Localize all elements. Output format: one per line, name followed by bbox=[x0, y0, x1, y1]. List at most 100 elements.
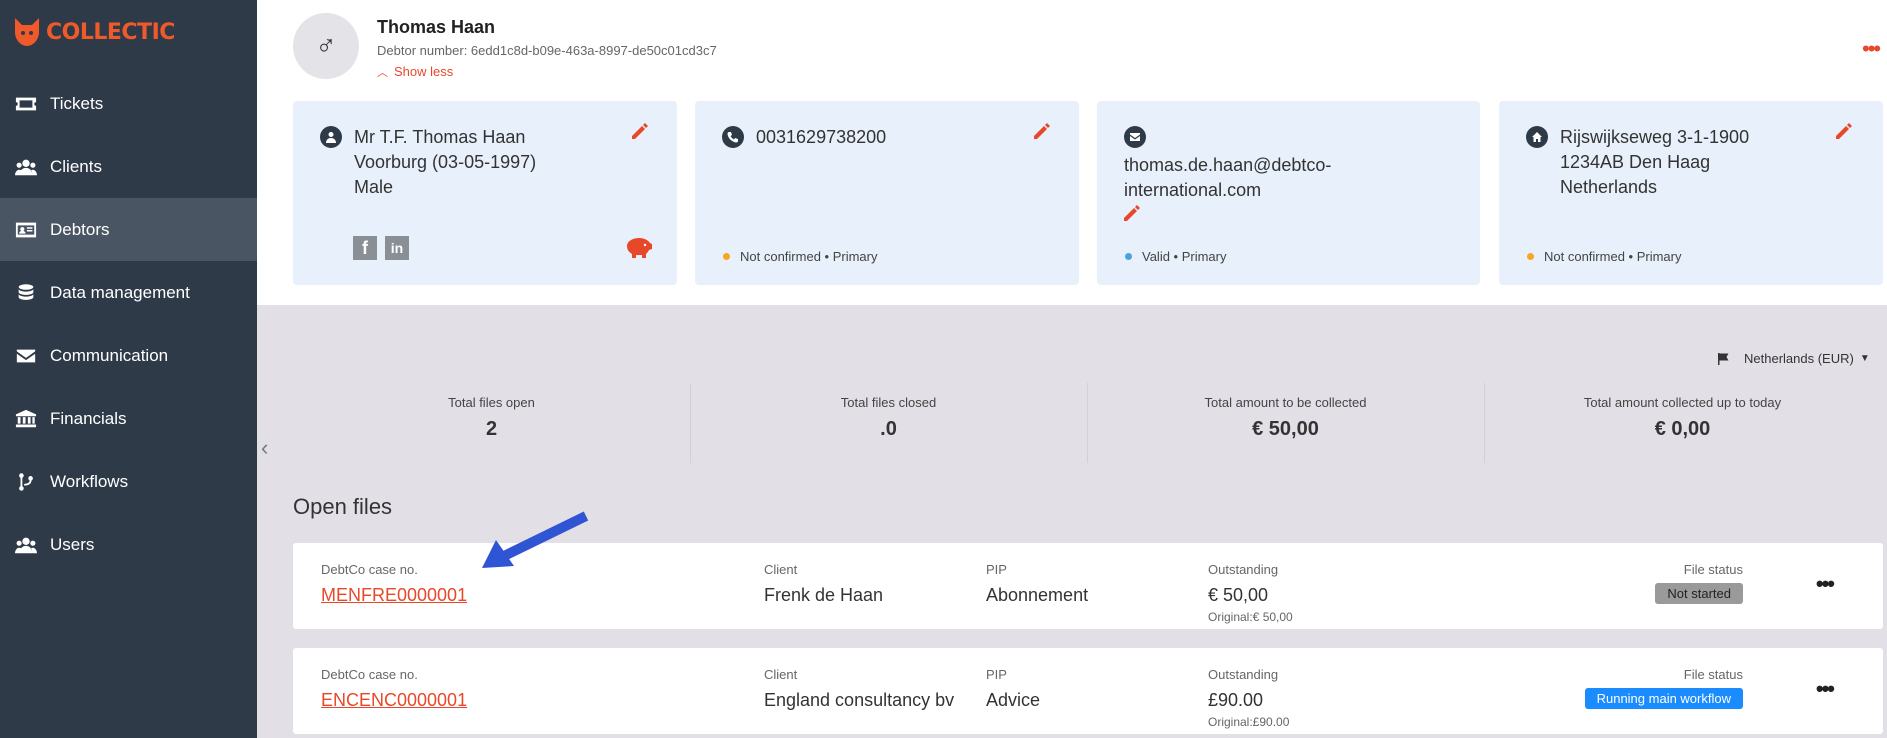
email-address: thomas.de.haan@debtco- international.com bbox=[1124, 153, 1331, 203]
status-badge: Running main workflow bbox=[1584, 688, 1743, 709]
person-name: Mr T.F. Thomas Haan bbox=[354, 127, 526, 147]
envelope-icon bbox=[1124, 126, 1146, 148]
summary-stats: Total files open 2 Total files closed .0… bbox=[293, 383, 1883, 463]
file-status-label: File status bbox=[1683, 562, 1743, 577]
email-line-2: international.com bbox=[1124, 180, 1262, 200]
annotation-arrow-icon bbox=[482, 511, 589, 568]
phone-number: 0031629738200 bbox=[756, 127, 887, 147]
sidebar-item-data-management[interactable]: Data management bbox=[0, 261, 257, 324]
outstanding-label: Outstanding bbox=[1208, 667, 1279, 682]
client-label: Client bbox=[764, 667, 798, 682]
pip-value: Advice bbox=[986, 690, 1041, 710]
status-badge: Not started bbox=[1655, 583, 1743, 604]
original-value: Original:£90.00 bbox=[1208, 715, 1290, 729]
sidebar-item-debtors[interactable]: Debtors bbox=[0, 198, 257, 261]
stat-value: € 0,00 bbox=[1654, 418, 1711, 440]
sidebar-item-tickets[interactable]: Tickets bbox=[0, 72, 257, 135]
status-dot-blue bbox=[1125, 253, 1132, 261]
email-line-1: thomas.de.haan@debtco- bbox=[1124, 155, 1332, 175]
outstanding-value: £90.00 bbox=[1208, 690, 1264, 710]
stat-amount-collected: Total amount collected up to today € 0,0… bbox=[1484, 383, 1881, 463]
address-card: Rijswijkseweg 3-1-1900 1234AB Den Haag N… bbox=[1499, 101, 1883, 285]
app-logo[interactable]: COLLECTIC bbox=[12, 12, 175, 52]
phone-status-label: Not confirmed • Primary bbox=[740, 249, 878, 264]
pip-value: Abonnement bbox=[986, 585, 1089, 605]
facebook-icon[interactable]: f bbox=[353, 236, 377, 260]
email-status-label: Valid • Primary bbox=[1142, 249, 1227, 264]
more-options-icon[interactable]: ••• bbox=[1862, 38, 1881, 60]
sidebar-item-users[interactable]: Users bbox=[0, 513, 257, 576]
region-label: Netherlands (EUR) bbox=[1744, 351, 1854, 366]
flag-icon bbox=[1718, 352, 1729, 365]
chevron-down-icon: ▼ bbox=[1859, 353, 1870, 364]
piggy-bank-icon[interactable] bbox=[623, 236, 653, 260]
stat-value: .0 bbox=[880, 418, 897, 440]
database-icon bbox=[14, 281, 38, 305]
show-less-label: Show less bbox=[394, 64, 454, 79]
sidebar-item-label: Debtors bbox=[50, 219, 110, 239]
chevron-up-icon: ︿ bbox=[377, 67, 388, 79]
file-status-label: File status bbox=[1683, 667, 1743, 682]
stat-label: Total files open bbox=[448, 395, 535, 410]
male-icon: ♂ bbox=[315, 30, 337, 61]
linkedin-icon[interactable]: in bbox=[385, 236, 409, 260]
sidebar-item-financials[interactable]: Financials bbox=[0, 387, 257, 450]
users-icon bbox=[14, 155, 38, 179]
email-card: thomas.de.haan@debtco- international.com… bbox=[1097, 101, 1480, 285]
sidebar-item-label: Workflows bbox=[50, 471, 129, 491]
address-details: Rijswijkseweg 3-1-1900 1234AB Den Haag N… bbox=[1560, 125, 1749, 200]
stat-value: € 50,00 bbox=[1252, 418, 1319, 440]
region-selector[interactable]: Netherlands (EUR) ▼ bbox=[1716, 351, 1870, 366]
show-less-link[interactable]: ︿ Show less bbox=[377, 64, 453, 80]
phone-icon bbox=[722, 126, 744, 148]
edit-address-icon[interactable] bbox=[1834, 121, 1856, 143]
users-icon bbox=[14, 533, 38, 557]
person-details: Mr T.F. Thomas Haan Voorburg (03-05-1997… bbox=[354, 125, 536, 200]
address-status-label: Not confirmed • Primary bbox=[1544, 249, 1682, 264]
branch-icon bbox=[14, 470, 38, 494]
person-icon bbox=[320, 126, 342, 148]
envelope-icon bbox=[14, 344, 38, 368]
sidebar-item-label: Data management bbox=[50, 282, 190, 302]
case-number-link[interactable]: ENCENC0000001 bbox=[321, 690, 467, 711]
id-card-icon bbox=[14, 218, 38, 242]
original-value: Original:€ 50,00 bbox=[1208, 610, 1293, 624]
client-label: Client bbox=[764, 562, 798, 577]
client-value: Frenk de Haan bbox=[764, 585, 884, 605]
edit-person-icon[interactable] bbox=[630, 121, 652, 143]
debtor-number: Debtor number: 6edd1c8d-b09e-463a-8997-d… bbox=[377, 43, 717, 58]
address-street: Rijswijkseweg 3-1-1900 bbox=[1560, 127, 1750, 147]
sidebar-item-label: Financials bbox=[50, 408, 127, 428]
row-more-icon[interactable]: ••• bbox=[1816, 573, 1835, 595]
status-dot-orange bbox=[723, 253, 730, 261]
sidebar-item-clients[interactable]: Clients bbox=[0, 135, 257, 198]
bank-icon bbox=[14, 407, 38, 431]
address-city: 1234AB Den Haag bbox=[1560, 152, 1711, 172]
stat-amount-to-collect: Total amount to be collected € 50,00 bbox=[1087, 383, 1484, 463]
chevron-left-icon[interactable]: ‹ bbox=[261, 435, 268, 461]
row-more-icon[interactable]: ••• bbox=[1816, 678, 1835, 700]
person-birth: Voorburg (03-05-1997) bbox=[354, 152, 537, 172]
case-label: DebtCo case no. bbox=[321, 562, 418, 577]
sidebar: COLLECTIC Tickets Clients Debtors Data m… bbox=[0, 0, 257, 738]
sidebar-item-workflows[interactable]: Workflows bbox=[0, 450, 257, 513]
file-row: DebtCo case no. ENCENC0000001 Client Eng… bbox=[293, 648, 1883, 734]
phone-card: 0031629738200 Not confirmed • Primary bbox=[695, 101, 1079, 285]
pip-label: PIP bbox=[986, 562, 1007, 577]
pip-label: PIP bbox=[986, 667, 1007, 682]
sidebar-item-label: Clients bbox=[50, 156, 102, 176]
case-number-link[interactable]: MENFRE0000001 bbox=[321, 585, 467, 606]
stat-files-closed: Total files closed .0 bbox=[690, 383, 1087, 463]
ticket-icon bbox=[14, 92, 38, 116]
person-card: Mr T.F. Thomas Haan Voorburg (03-05-1997… bbox=[293, 101, 677, 285]
sidebar-item-label: Users bbox=[50, 534, 95, 554]
address-status: Not confirmed • Primary bbox=[1527, 249, 1681, 264]
edit-email-icon[interactable] bbox=[1122, 203, 1144, 225]
outstanding-value: € 50,00 bbox=[1208, 585, 1269, 605]
edit-phone-icon[interactable] bbox=[1032, 121, 1054, 143]
sidebar-item-communication[interactable]: Communication bbox=[0, 324, 257, 387]
outstanding-label: Outstanding bbox=[1208, 562, 1279, 577]
email-status: Valid • Primary bbox=[1125, 249, 1227, 264]
person-gender: Male bbox=[354, 177, 394, 197]
logo-text: COLLECTIC bbox=[46, 19, 175, 45]
